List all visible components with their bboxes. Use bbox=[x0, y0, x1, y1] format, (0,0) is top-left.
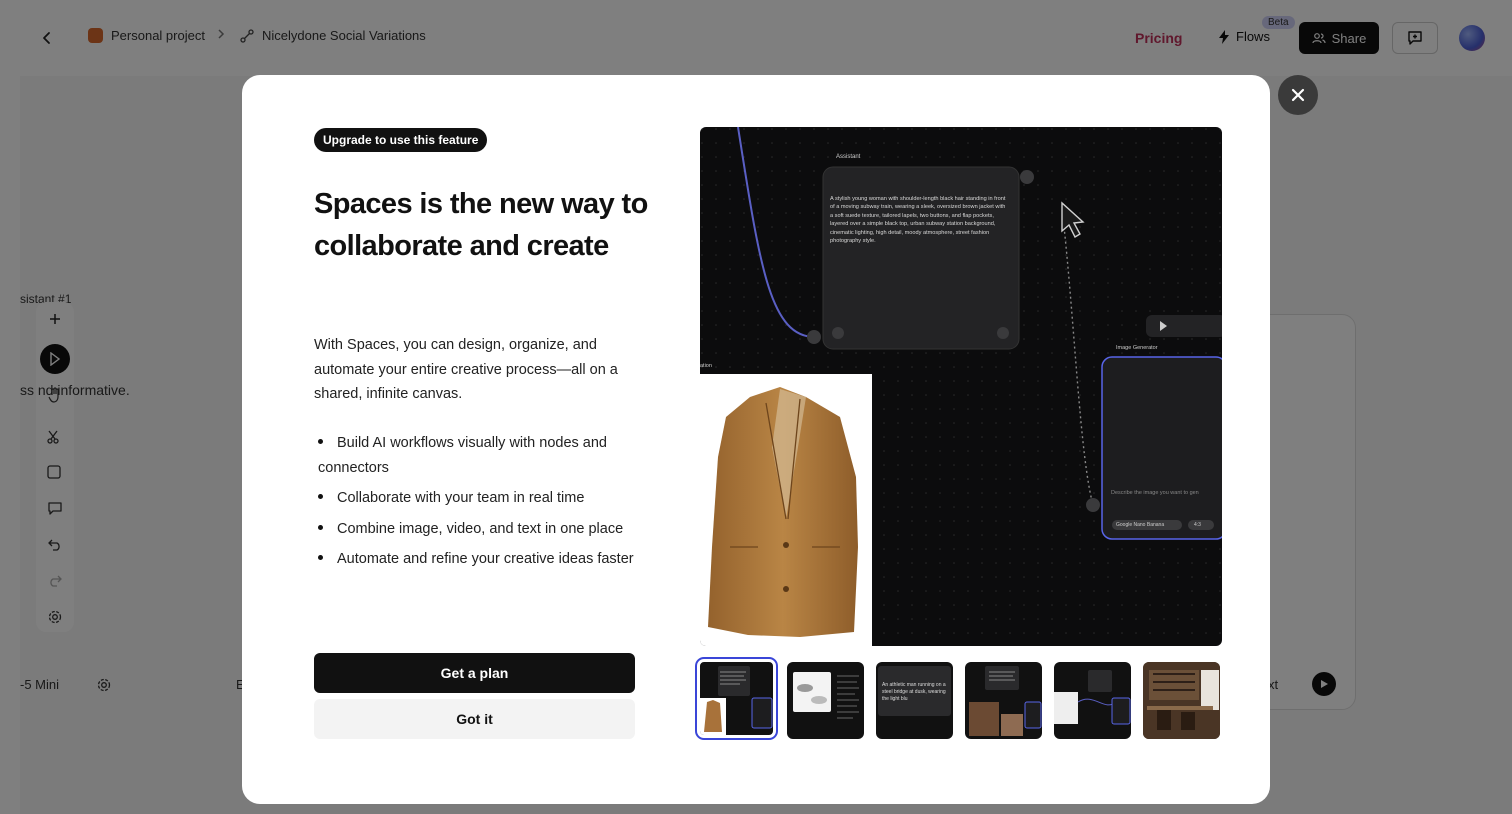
thumbnail-2[interactable] bbox=[787, 662, 864, 739]
left-node-label: ation bbox=[700, 363, 712, 369]
thumbnail-1[interactable] bbox=[695, 657, 778, 740]
thumbnail-1-graphic bbox=[700, 666, 773, 735]
list-item: Combine image, video, and text in one pl… bbox=[314, 517, 644, 542]
bullet-icon bbox=[318, 439, 323, 445]
bullet-icon bbox=[318, 494, 323, 500]
got-it-button[interactable]: Got it bbox=[314, 699, 635, 739]
upgrade-modal: Upgrade to use this feature Spaces is th… bbox=[242, 75, 1270, 804]
image-prompt-placeholder: Describe the image you want to gen bbox=[1111, 490, 1199, 496]
upgrade-badge: Upgrade to use this feature bbox=[314, 128, 488, 152]
thumbnail-4-graphic bbox=[969, 666, 1042, 736]
modal-title: Spaces is the new way to collaborate and… bbox=[314, 188, 648, 262]
close-modal-button[interactable] bbox=[1278, 75, 1318, 115]
model-chip-label: Google Nano Banana bbox=[1116, 522, 1165, 528]
bullet-icon bbox=[318, 555, 323, 561]
close-icon bbox=[1291, 88, 1305, 102]
list-item: Collaborate with your team in real time bbox=[314, 486, 644, 511]
list-item: Automate and refine your creative ideas … bbox=[314, 547, 644, 572]
thumbnail-6[interactable] bbox=[1143, 662, 1220, 739]
feature-text: Build AI workflows visually with nodes a… bbox=[318, 435, 607, 476]
ratio-chip-label: 4:3 bbox=[1194, 522, 1201, 528]
feature-text: Automate and refine your creative ideas … bbox=[337, 551, 634, 567]
thumbnail-2-graphic bbox=[793, 672, 859, 719]
thumbnail-5[interactable] bbox=[1054, 662, 1131, 739]
feature-list: Build AI workflows visually with nodes a… bbox=[314, 431, 644, 578]
modal-description: With Spaces, you can design, organize, a… bbox=[314, 337, 618, 402]
assistant-prompt-text: A stylish young woman with shoulder-leng… bbox=[830, 196, 1006, 245]
list-item: Build AI workflows visually with nodes a… bbox=[314, 431, 644, 480]
thumbnail-6-graphic bbox=[1143, 662, 1220, 739]
feature-preview-image: Assistant A stylish young woman with sho… bbox=[700, 127, 1222, 646]
image-generator-label: Image Generator bbox=[1116, 345, 1158, 351]
thumbnail-4[interactable] bbox=[965, 662, 1042, 739]
thumbnail-5-graphic bbox=[1054, 670, 1131, 725]
assistant-node-label: Assistant bbox=[836, 154, 861, 160]
thumbnail-3[interactable]: An athletic man running on a steel bridg… bbox=[876, 662, 953, 739]
preview-thumbnails: An athletic man running on a steel bridg… bbox=[695, 657, 1224, 740]
thumbnail-3-text: An athletic man running on a steel bridg… bbox=[882, 682, 946, 702]
feature-text: Collaborate with your team in real time bbox=[337, 490, 585, 506]
bullet-icon bbox=[318, 524, 323, 530]
get-a-plan-button[interactable]: Get a plan bbox=[314, 653, 635, 693]
feature-text: Combine image, video, and text in one pl… bbox=[337, 520, 624, 537]
